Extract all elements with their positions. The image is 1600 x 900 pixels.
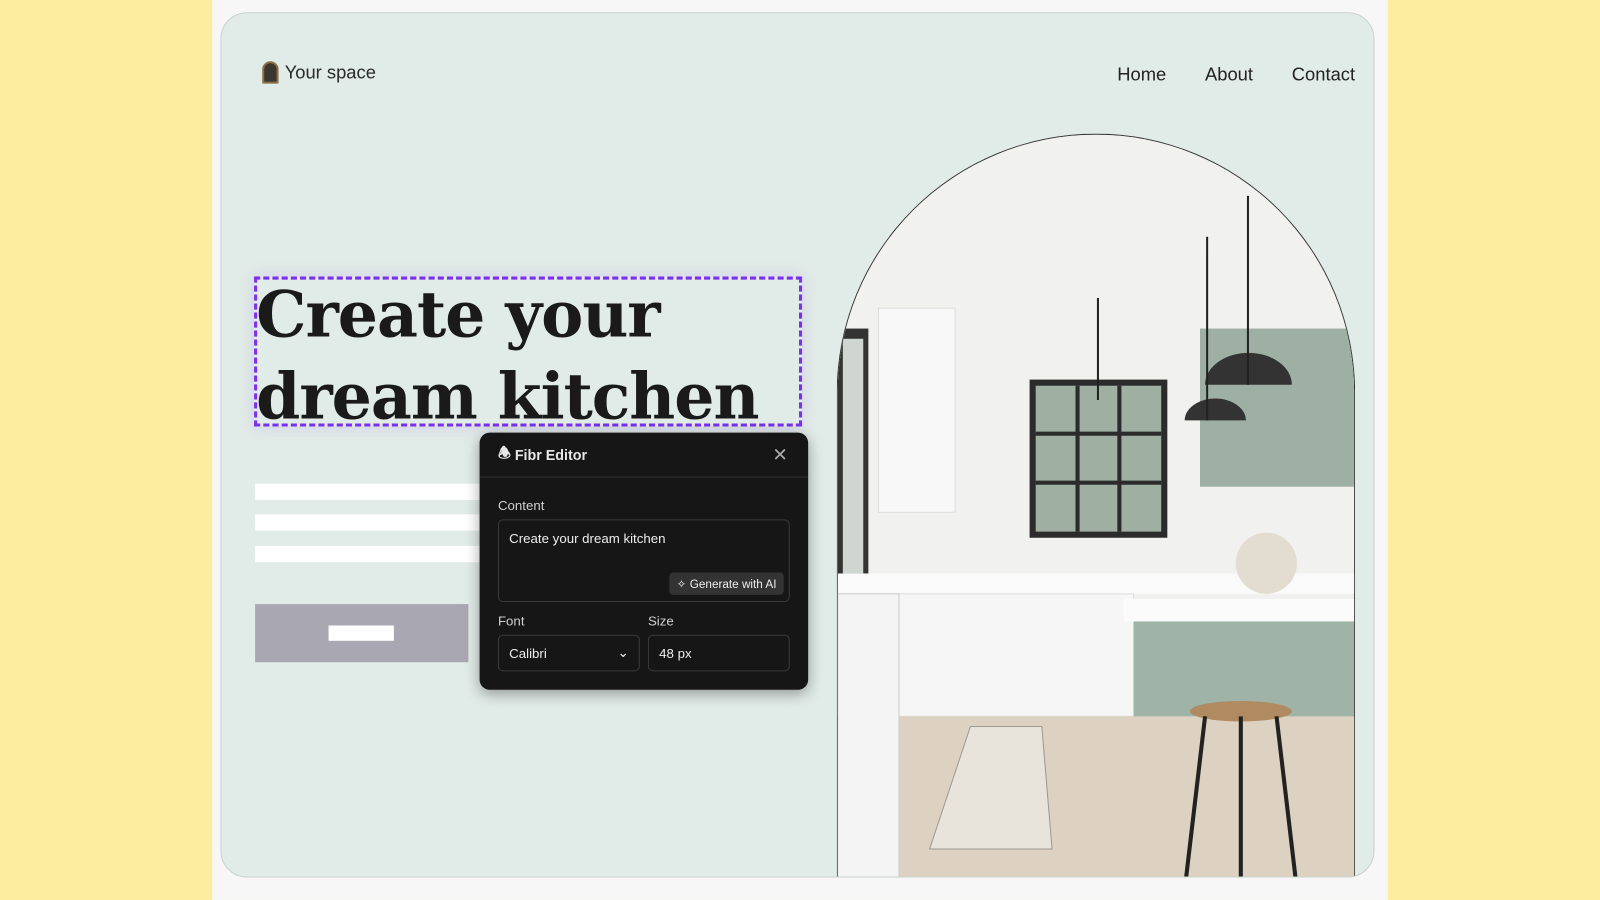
content-label: Content [497,497,545,514]
size-label: Size [647,613,674,629]
generate-label: Generate with AI [689,578,777,591]
door-icon [262,61,279,84]
size-value: 48 px [659,645,692,661]
logo[interactable]: Your space [262,61,376,84]
font-value: Calibri [509,645,547,661]
generate-with-ai-button[interactable]: ✧ Generate with AI [669,572,784,595]
nav-bar: Home About Contact [1117,64,1355,85]
chevron-down-icon: ⌄ [617,644,629,661]
logo-text: Your space [284,61,376,83]
nav-home[interactable]: Home [1117,64,1166,85]
text-placeholder [255,545,490,563]
hero-headline[interactable]: Create your dream kitchen [256,274,759,437]
font-label: Font [497,613,525,629]
nav-contact[interactable]: Contact [1292,64,1355,85]
nav-about[interactable]: About [1205,64,1253,85]
size-input[interactable]: 48 px [647,634,790,672]
editor-header: 🕭︎ Fibr Editor [479,433,809,478]
fibr-logo-icon: 🕭︎ [497,444,511,461]
text-placeholder [255,514,490,531]
kitchen-image [836,133,1356,877]
text-placeholder [255,483,490,500]
content-value: Create your dream kitchen [509,530,666,546]
right-background [1387,0,1600,900]
headline-line-2: dream kitchen [256,359,759,434]
content-textarea[interactable]: Create your dream kitchen ✧ Generate wit… [497,519,790,603]
left-background [0,0,213,900]
close-icon[interactable]: ✕ [772,445,787,466]
fibr-editor-panel: 🕭︎ Fibr Editor ✕ Content Create your drea… [479,432,809,690]
font-select[interactable]: Calibri ⌄ [497,634,640,672]
editor-title: Fibr Editor [514,446,588,463]
cta-button[interactable] [255,604,469,663]
sparkle-icon: ✧ [676,578,690,591]
headline-line-1: Create your [256,277,661,353]
